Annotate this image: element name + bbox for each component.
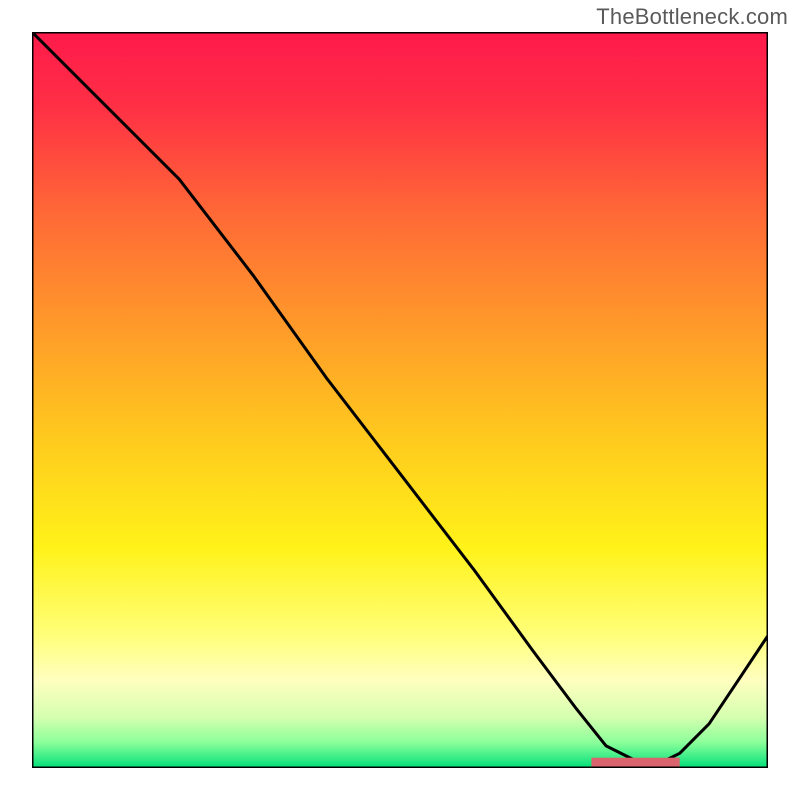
plot-area bbox=[32, 32, 768, 768]
trough-marker bbox=[591, 758, 679, 767]
bottleneck-chart bbox=[32, 32, 768, 768]
watermark-text: TheBottleneck.com bbox=[596, 4, 788, 30]
chart-container: TheBottleneck.com bbox=[0, 0, 800, 800]
